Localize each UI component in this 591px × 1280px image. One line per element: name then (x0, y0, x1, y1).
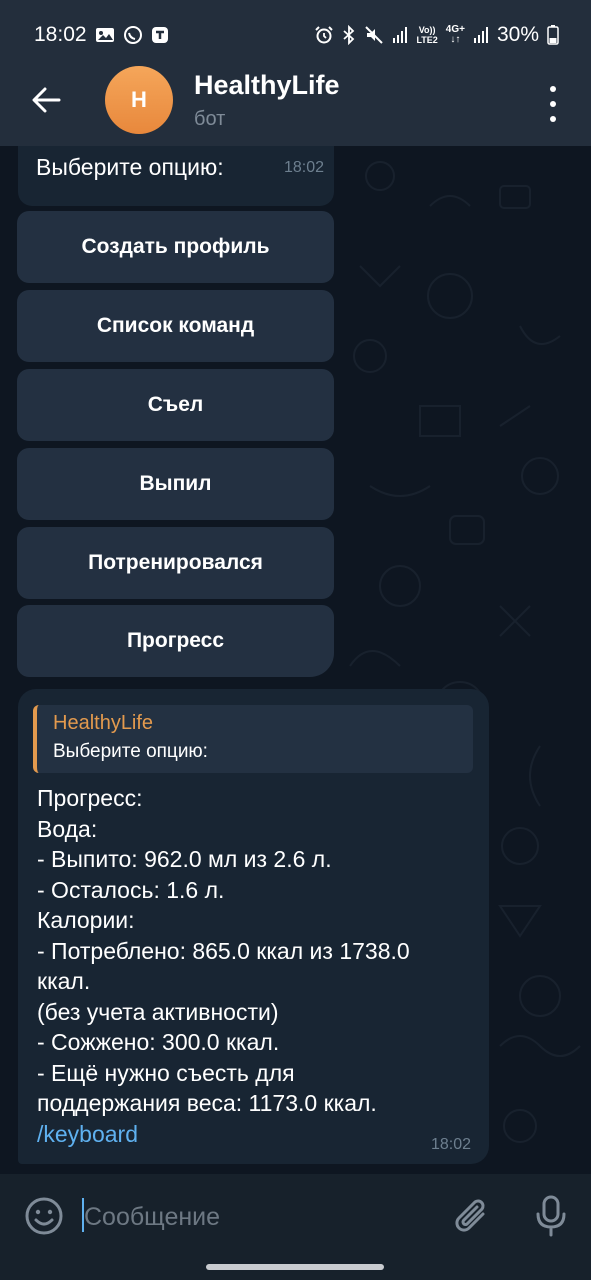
attach-button[interactable] (453, 1196, 493, 1238)
battery-icon (547, 25, 559, 45)
message-line: - Ещё нужно съесть для (37, 1059, 295, 1086)
arrow-left-icon (32, 87, 61, 113)
keyboard-button-trained[interactable]: Потренировался (17, 527, 334, 599)
avatar[interactable]: H (105, 66, 173, 134)
volte-badge-top: Vo)) (418, 25, 436, 35)
whatsapp-notification-icon (123, 25, 143, 45)
reply-text: Выберите опцию: (53, 741, 208, 762)
back-button[interactable] (28, 82, 64, 118)
emoji-icon (25, 1197, 63, 1235)
voice-record-button[interactable] (531, 1194, 571, 1238)
chat-area[interactable]: Выберите опцию: 18:02 Создать профиль Сп… (0, 146, 591, 1174)
message-line: Вода: (37, 815, 98, 842)
previous-message-time: 18:02 (284, 159, 325, 176)
emoji-button[interactable] (24, 1196, 64, 1236)
microphone-icon (536, 1195, 566, 1237)
reply-sender: HealthyLife (53, 712, 154, 734)
message-line: Калории: (37, 907, 135, 933)
previous-message-text: Выберите опцию: (36, 154, 224, 180)
paperclip-icon (455, 1199, 485, 1232)
signal-1-icon (392, 26, 408, 44)
message-line: Прогресс: (37, 785, 143, 811)
message-time: 18:02 (430, 1136, 471, 1153)
more-vertical-icon[interactable] (543, 86, 563, 122)
keyboard-button-drank[interactable]: Выпил (17, 448, 334, 520)
battery-percent: 30% (496, 23, 539, 46)
message-line: - Сожжено: 300.0 ккал. (37, 1029, 280, 1055)
message-line: - Потреблено: 865.0 ккал из 1738.0 (37, 937, 410, 964)
mute-icon (364, 25, 384, 45)
status-right: Vo)) LTE2 4G+ ↓↑ 30% (314, 23, 559, 47)
avatar-letter: H (131, 87, 147, 112)
keyboard-button-create-profile[interactable]: Создать профиль (17, 211, 334, 283)
keyboard-button-progress[interactable]: Прогресс (17, 605, 334, 677)
chat-header: H HealthyLife бот (0, 56, 591, 146)
bluetooth-icon (342, 25, 356, 45)
message-line: (без учета активности) (37, 998, 279, 1025)
volte-badge-bottom: LTE2 (416, 35, 438, 45)
system-nav-bar (0, 1260, 591, 1280)
chat-subtitle: бот (194, 108, 226, 130)
alarm-icon (314, 25, 334, 45)
progress-message-bubble[interactable]: HealthyLife Выберите опцию: Прогресс: Во… (18, 689, 489, 1164)
chat-title[interactable]: HealthyLife (194, 70, 340, 101)
keyboard-button-command-list[interactable]: Список команд (17, 290, 334, 362)
volte-badge: Vo)) LTE2 (416, 25, 437, 45)
home-indicator[interactable] (206, 1264, 384, 1270)
composer-bar (0, 1174, 591, 1260)
app-notification-icon (151, 26, 169, 44)
keyboard-command-link[interactable]: /keyboard (37, 1119, 477, 1150)
keyboard-button-ate[interactable]: Съел (17, 369, 334, 441)
network-4g-badge: 4G+ ↓↑ (446, 25, 465, 45)
data-arrows-icon: ↓↑ (450, 34, 461, 45)
previous-message-bubble[interactable]: Выберите опцию: 18:02 (18, 146, 334, 206)
message-input[interactable] (84, 1200, 414, 1234)
message-line: - Осталось: 1.6 л. (37, 876, 225, 903)
signal-2-icon (473, 26, 489, 44)
message-line: ккал. (37, 968, 91, 994)
message-line: поддержания веса: 1173.0 ккал. (37, 1090, 377, 1116)
reply-quote[interactable]: HealthyLife Выберите опцию: (33, 705, 473, 773)
message-body: Прогресс: Вода: - Выпито: 962.0 мл из 2.… (37, 783, 477, 1149)
status-time: 18:02 (34, 23, 87, 46)
message-line: - Выпито: 962.0 мл из 2.6 л. (37, 846, 332, 872)
status-left: 18:02 (34, 23, 169, 47)
gallery-notification-icon (95, 26, 115, 44)
